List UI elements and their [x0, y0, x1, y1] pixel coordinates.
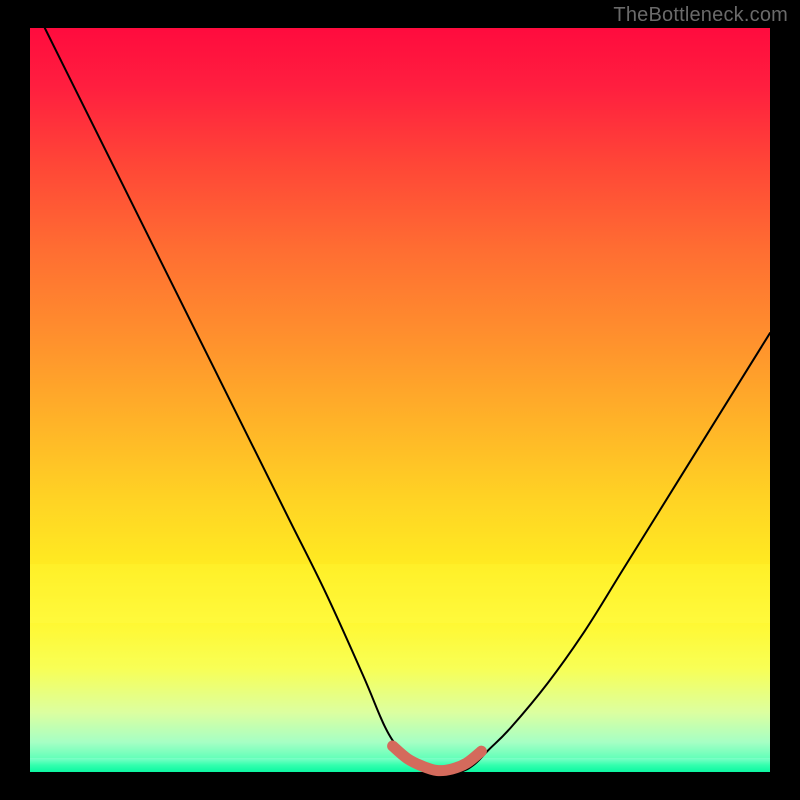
watermark-text: TheBottleneck.com — [613, 4, 788, 27]
optimal-range-marker-path — [393, 746, 482, 771]
bottleneck-curve-path — [45, 28, 770, 773]
chart-stage: TheBottleneck.com — [0, 0, 800, 800]
curve-layer — [30, 28, 770, 772]
plot-area — [30, 28, 770, 772]
